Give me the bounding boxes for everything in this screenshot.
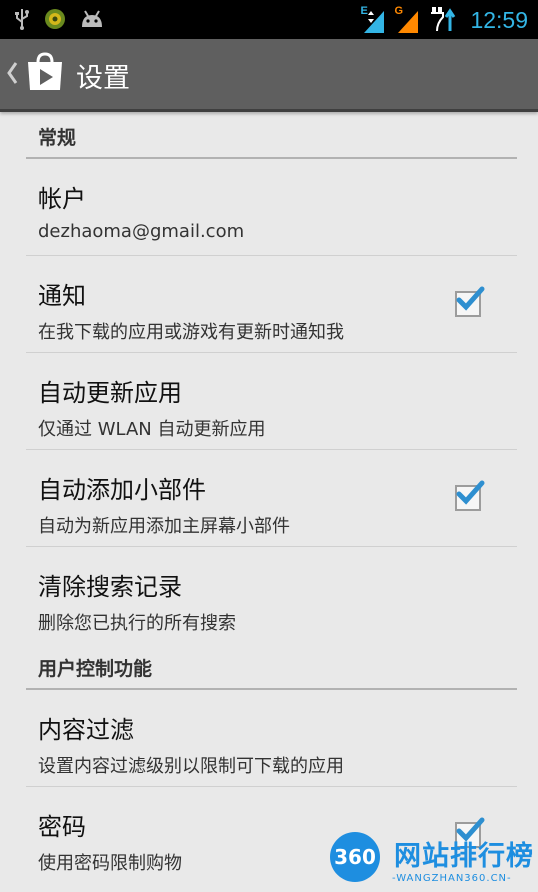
pref-clear-history[interactable]: 清除搜索记录 删除您已执行的所有搜索	[26, 547, 517, 643]
section-header-general: 常规	[26, 112, 517, 159]
pref-notifications[interactable]: 通知 在我下载的应用或游戏有更新时通知我	[26, 256, 517, 353]
settings-list: 常规 帐户 dezhaoma@gmail.com 通知 在我下载的应用或游戏有更…	[0, 112, 538, 883]
pref-title: 密码	[38, 813, 86, 841]
watermark-logo: 360 网站排行榜 -WANGZHAN360.CN-	[322, 822, 538, 892]
pref-summary: 使用密码限制购物	[38, 853, 182, 874]
checkmark-icon	[456, 286, 485, 311]
checkmark-icon	[456, 480, 485, 505]
pref-auto-widget[interactable]: 自动添加小部件 自动为新应用添加主屏幕小部件	[26, 450, 517, 547]
section-header-user-controls: 用户控制功能	[26, 643, 517, 690]
pref-title: 自动更新应用	[38, 379, 182, 407]
signal-2-icon: G	[394, 5, 420, 35]
status-bar: E G 12:59	[0, 0, 538, 39]
play-store-icon[interactable]	[26, 52, 64, 96]
pref-title: 通知	[38, 282, 86, 310]
android-debug-icon	[80, 9, 104, 33]
section-header-label: 常规	[38, 127, 77, 149]
pref-summary: dezhaoma@gmail.com	[38, 221, 245, 242]
watermark-badge: 360	[330, 832, 380, 882]
signal-1-icon: E	[360, 5, 386, 35]
page-title: 设置	[76, 63, 130, 94]
clock: 12:59	[470, 6, 528, 33]
pref-title: 清除搜索记录	[38, 573, 182, 601]
pref-summary: 在我下载的应用或游戏有更新时通知我	[38, 322, 344, 343]
pref-summary: 仅通过 WLAN 自动更新应用	[38, 419, 266, 440]
section-header-label: 用户控制功能	[38, 658, 153, 680]
action-bar: 设置	[0, 39, 538, 112]
network-type-1: E	[360, 5, 368, 17]
app-notification-icon	[44, 8, 66, 34]
pref-title: 内容过滤	[38, 716, 134, 744]
pref-content-filter[interactable]: 内容过滤 设置内容过滤级别以限制可下载的应用	[26, 690, 517, 787]
pref-summary: 删除您已执行的所有搜索	[38, 613, 236, 634]
up-caret-icon[interactable]	[6, 61, 18, 89]
pref-title: 帐户	[38, 185, 86, 213]
watermark-name: 网站排行榜	[394, 841, 534, 872]
notifications-checkbox[interactable]	[455, 286, 485, 317]
usb-icon	[14, 8, 30, 34]
pref-auto-update[interactable]: 自动更新应用 仅通过 WLAN 自动更新应用	[26, 353, 517, 450]
battery-charging-icon	[428, 3, 462, 37]
network-type-2: G	[394, 5, 403, 17]
pref-summary: 自动为新应用添加主屏幕小部件	[38, 516, 290, 537]
watermark-url: -WANGZHAN360.CN-	[392, 873, 512, 884]
pref-summary: 设置内容过滤级别以限制可下载的应用	[38, 756, 344, 777]
auto-widget-checkbox[interactable]	[455, 480, 485, 511]
pref-account[interactable]: 帐户 dezhaoma@gmail.com	[26, 159, 517, 256]
pref-title: 自动添加小部件	[38, 476, 206, 504]
